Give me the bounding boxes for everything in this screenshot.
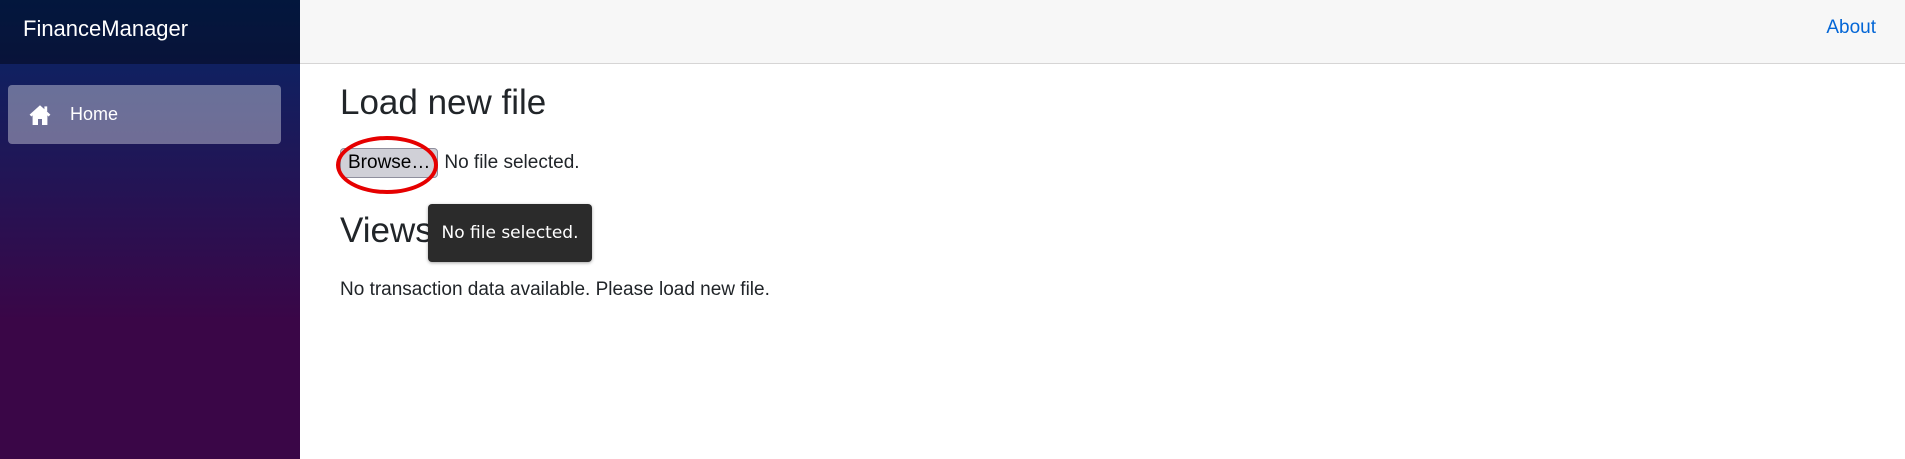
views-heading: Views (340, 211, 433, 250)
load-file-heading: Load new file (340, 83, 547, 122)
sidebar-item-home[interactable]: Home (8, 85, 281, 144)
top-row: About (300, 0, 1905, 64)
tooltip: No file selected. (428, 204, 592, 262)
sidebar-item-label: Home (70, 104, 119, 124)
app-root: FinanceManager Home About Load new file … (0, 0, 1905, 459)
empty-state-message: No transaction data available. Please lo… (340, 279, 770, 300)
home-icon (28, 103, 52, 127)
file-status-text: No file selected. (444, 152, 580, 173)
brand-link[interactable]: FinanceManager (23, 16, 188, 42)
about-link[interactable]: About (1826, 16, 1876, 40)
browse-button[interactable]: Browse… (340, 148, 439, 178)
brand-bar: FinanceManager (0, 0, 300, 64)
sidebar: FinanceManager Home (0, 0, 300, 459)
file-input[interactable]: Browse… No file selected. (340, 148, 580, 178)
